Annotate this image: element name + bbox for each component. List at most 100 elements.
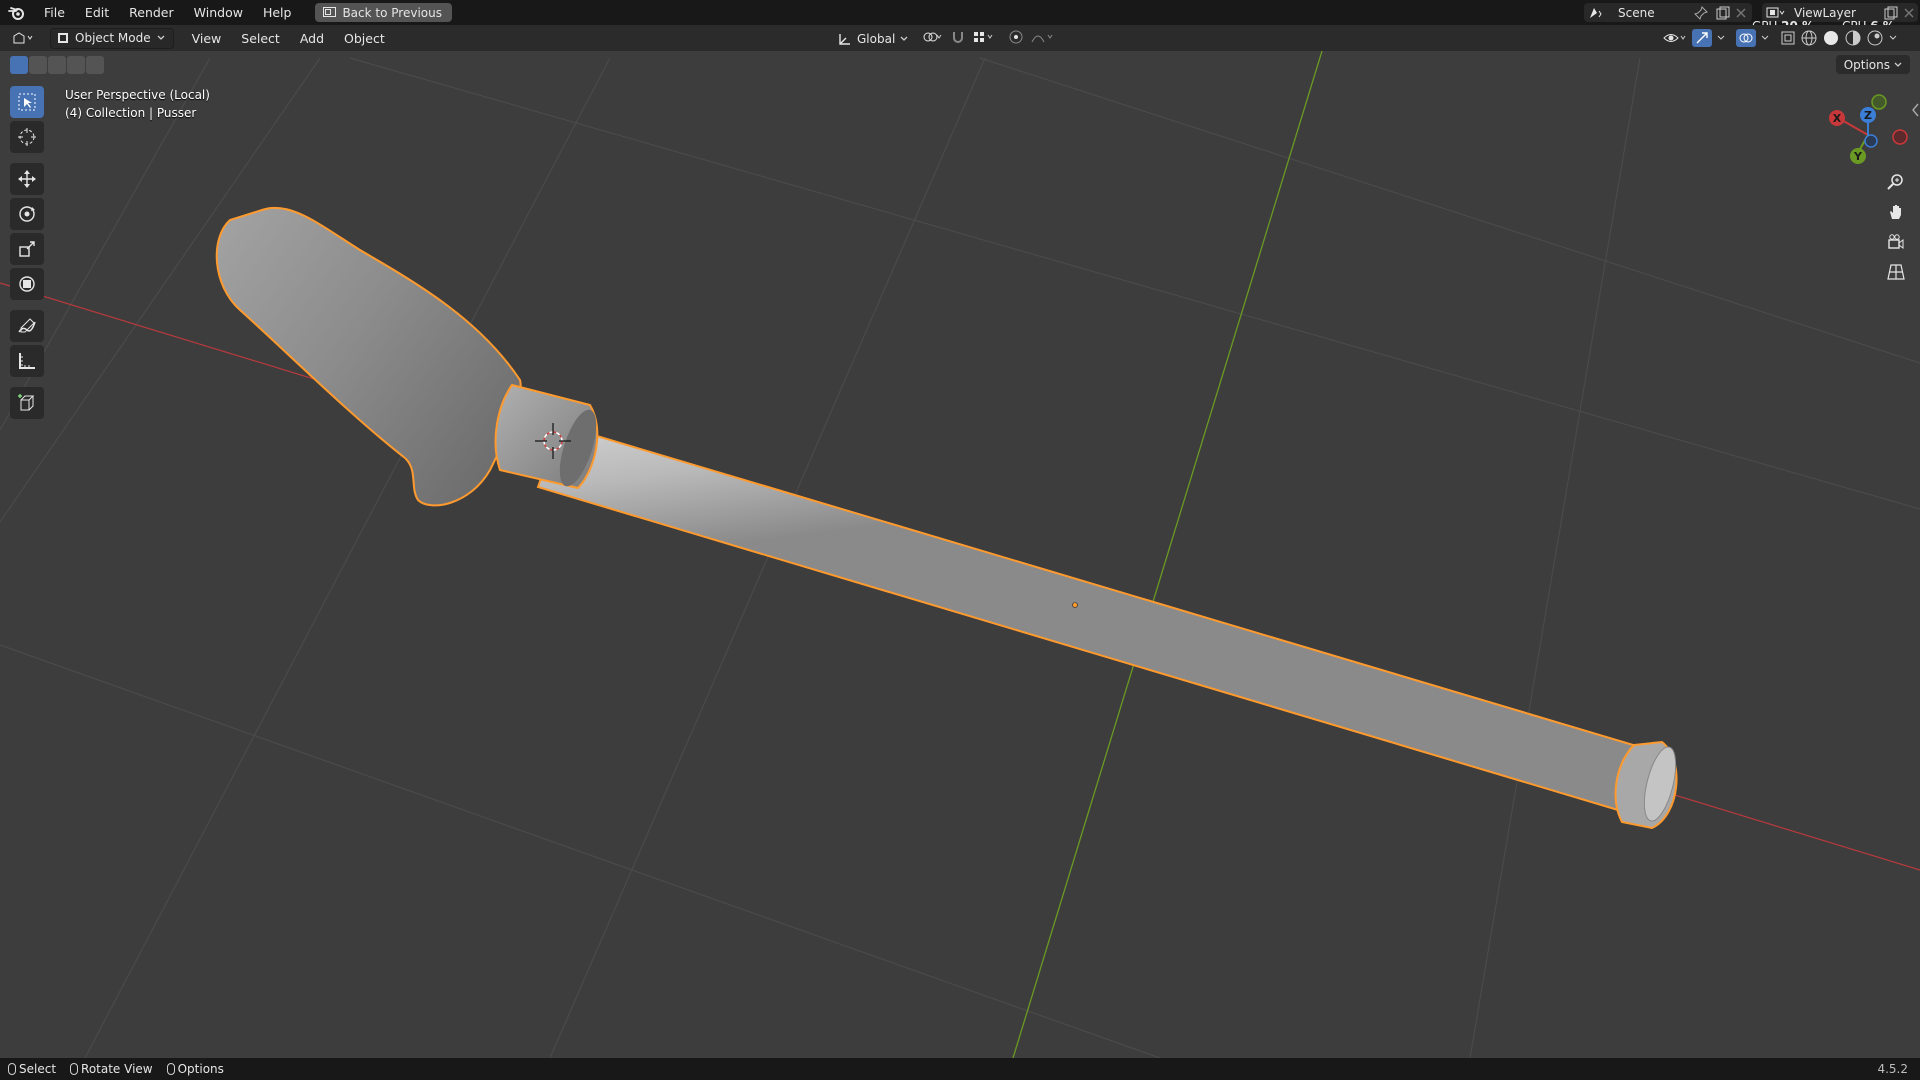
rotate-icon: [19, 206, 35, 222]
menu-view[interactable]: View: [182, 31, 232, 46]
overlays-toggle[interactable]: [1736, 29, 1756, 47]
zoom-button[interactable]: [1881, 169, 1911, 195]
3d-viewport-icon: [13, 32, 33, 44]
sidebar-toggle-icon[interactable]: [1911, 103, 1919, 117]
chevron-down-icon[interactable]: [1888, 34, 1898, 42]
status-rotate-label: Rotate View: [81, 1062, 153, 1076]
cursor-tool[interactable]: [10, 121, 44, 153]
add-cube-icon: [18, 394, 35, 411]
annotate-icon: [18, 318, 36, 333]
move-tool[interactable]: [10, 163, 44, 195]
selection-mode-buttons: [10, 56, 104, 74]
scene-name: Scene: [1618, 5, 1655, 20]
rotate-tool[interactable]: [10, 198, 44, 230]
menu-help[interactable]: Help: [253, 0, 302, 25]
scene-selector[interactable]: Scene: [1584, 3, 1752, 22]
measure-tool[interactable]: [10, 345, 44, 377]
select-new-button[interactable]: [10, 56, 28, 74]
toggle-perspective-button[interactable]: [1881, 259, 1911, 285]
gizmos-toggle[interactable]: [1692, 29, 1712, 47]
scale-icon: [19, 241, 35, 257]
select-subtract-button[interactable]: [48, 56, 66, 74]
visibility-icon[interactable]: [1662, 30, 1688, 46]
chevron-down-icon: [157, 35, 165, 40]
select-intersect-button[interactable]: [86, 56, 104, 74]
zoom-icon: [1887, 174, 1903, 190]
collection-label: (4) Collection | Pusser: [65, 106, 197, 120]
mode-label: Object Mode: [75, 31, 151, 45]
editor-type-selector[interactable]: [6, 31, 42, 45]
viewport-canvas[interactable]: [0, 51, 1920, 1058]
menu-edit[interactable]: Edit: [75, 0, 119, 25]
rendered-shading-icon[interactable]: [1866, 29, 1884, 47]
3d-viewport[interactable]: X Z Y: [0, 51, 1920, 1058]
menu-select[interactable]: Select: [231, 31, 290, 46]
menu-render[interactable]: Render: [119, 0, 184, 25]
chevron-down-icon[interactable]: [1760, 34, 1770, 42]
gizmo-y-label: Y: [1853, 150, 1863, 163]
chevron-down-icon: [1894, 62, 1902, 67]
cursor-icon: [18, 128, 36, 146]
camera-icon: [1888, 234, 1904, 249]
left-mouse-icon: [8, 1063, 16, 1075]
proportional-editing-icon[interactable]: [1008, 29, 1024, 45]
viewport-options-button[interactable]: Options: [1835, 55, 1910, 74]
wireframe-shading-icon[interactable]: [1800, 29, 1818, 47]
snap-icon[interactable]: [950, 29, 966, 45]
object-origin[interactable]: [1072, 602, 1078, 608]
right-mouse-icon: [166, 1063, 175, 1075]
status-rotate-hint: Rotate View: [70, 1062, 153, 1076]
camera-view-button[interactable]: [1881, 229, 1911, 255]
status-select-hint: Select: [8, 1062, 56, 1076]
xray-icon[interactable]: [1780, 30, 1796, 46]
menu-object[interactable]: Object: [334, 31, 395, 46]
select-box-icon: [18, 93, 36, 111]
navigation-gizmo[interactable]: X Z Y: [1820, 90, 1920, 170]
blender-logo-icon[interactable]: [0, 0, 34, 25]
chevron-down-icon[interactable]: [1716, 34, 1726, 42]
select-box-tool[interactable]: [10, 86, 44, 118]
pan-button[interactable]: [1881, 199, 1911, 225]
gizmo-neg-z[interactable]: [1864, 134, 1878, 148]
chevron-down-icon: [900, 36, 908, 41]
select-invert-button[interactable]: [67, 56, 85, 74]
gizmo-neg-x[interactable]: [1892, 129, 1908, 145]
menu-file[interactable]: File: [34, 0, 75, 25]
select-extend-button[interactable]: [29, 56, 47, 74]
close-scene-icon[interactable]: [1736, 8, 1746, 18]
perspective-label: User Perspective (Local): [65, 88, 210, 102]
transform-icon: [19, 276, 35, 292]
status-select-label: Select: [19, 1062, 57, 1076]
close-view-layer-icon[interactable]: [1904, 8, 1914, 18]
falloff-icon[interactable]: [1030, 29, 1056, 45]
add-cube-tool[interactable]: [10, 387, 44, 419]
snap-increment-icon[interactable]: [972, 29, 996, 45]
annotate-tool[interactable]: [10, 310, 44, 342]
gizmo-icon: [1696, 32, 1708, 44]
pivot-point-icon[interactable]: [922, 29, 944, 45]
status-bar: Select Rotate View Options 4.5.2: [0, 1058, 1920, 1080]
middle-mouse-icon: [70, 1063, 79, 1075]
solid-shading-icon[interactable]: [1822, 29, 1840, 47]
gizmo-neg-y[interactable]: [1871, 94, 1887, 110]
back-to-previous-button[interactable]: Back to Previous: [315, 3, 452, 22]
gizmo-x-label: X: [1833, 112, 1842, 125]
transform-orientation-selector[interactable]: Global: [838, 29, 908, 48]
menu-window[interactable]: Window: [184, 0, 253, 25]
pusser-handle[interactable]: [215, 206, 522, 507]
view-layer-icon: [1766, 7, 1785, 17]
object-mode-icon: [58, 33, 68, 43]
material-shading-icon[interactable]: [1844, 29, 1862, 47]
transform-tool[interactable]: [10, 268, 44, 300]
mode-selector[interactable]: Object Mode: [50, 27, 174, 49]
pusser-shaft[interactable]: [536, 423, 1642, 812]
pusser-object[interactable]: [215, 206, 1682, 830]
scale-tool[interactable]: [10, 233, 44, 265]
menu-add[interactable]: Add: [290, 31, 334, 46]
pin-icon[interactable]: [1694, 5, 1708, 20]
gizmo-z-label: Z: [1864, 109, 1872, 122]
hand-icon: [1890, 205, 1901, 219]
new-scene-icon[interactable]: [1716, 6, 1730, 20]
viewport-header: Object Mode View Select Add Object Globa…: [0, 25, 1920, 51]
new-view-layer-icon[interactable]: [1884, 6, 1898, 20]
